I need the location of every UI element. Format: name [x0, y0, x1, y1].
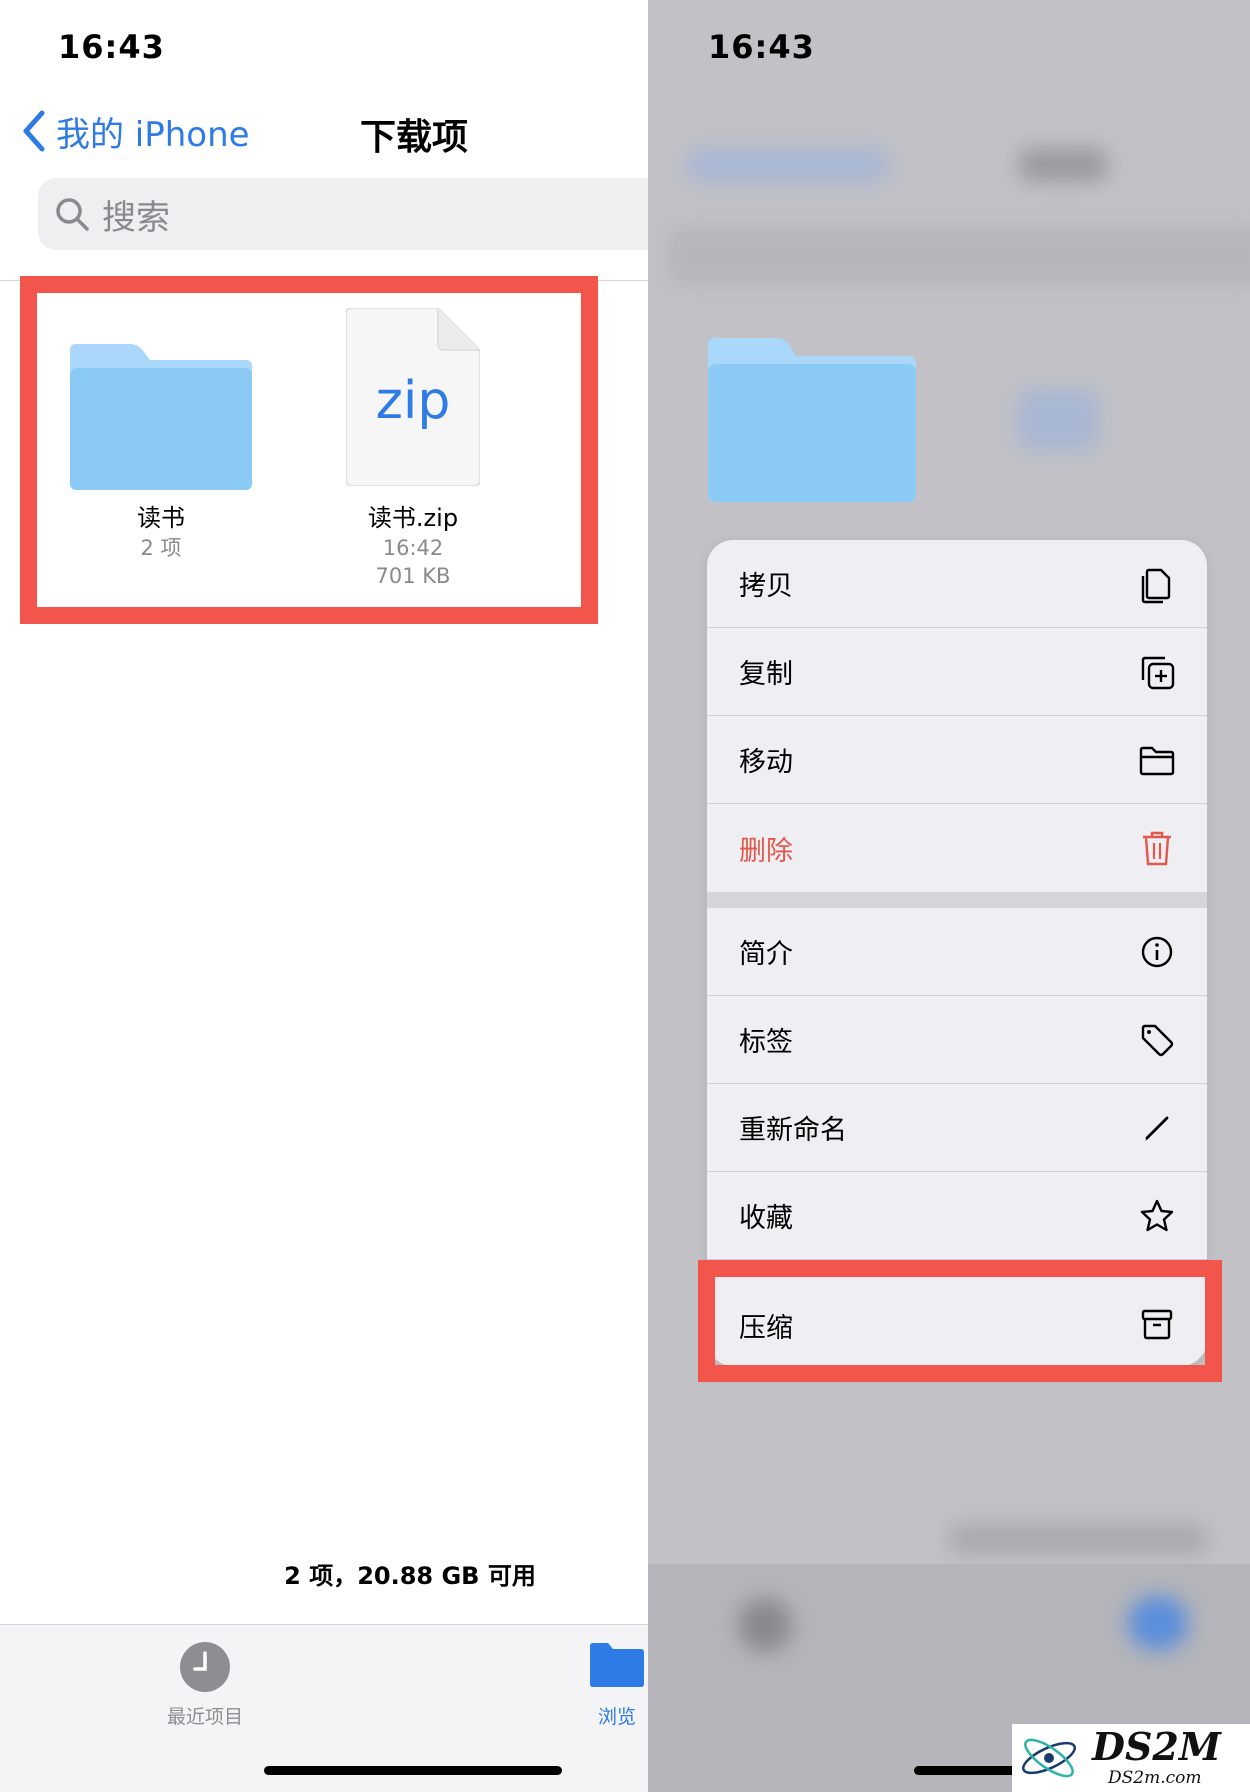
- menu-item-copy[interactable]: 拷贝: [707, 540, 1207, 628]
- tab-recents[interactable]: 最近项目: [148, 1641, 262, 1729]
- blurred-title: [1018, 148, 1108, 182]
- back-label: 我的 iPhone: [56, 114, 250, 155]
- back-button[interactable]: 我的 iPhone: [22, 106, 250, 156]
- menu-item-delete[interactable]: 删除: [707, 804, 1207, 892]
- watermark: DS2M DS2m.com: [1012, 1724, 1250, 1792]
- menu-label: 复制: [739, 659, 793, 690]
- home-indicator: [264, 1766, 562, 1775]
- blurred-tab-icon: [738, 1598, 792, 1652]
- pencil-icon: [1145, 1116, 1169, 1141]
- star-icon: [1140, 1199, 1174, 1232]
- status-time: 16:43: [58, 28, 165, 66]
- menu-label: 收藏: [739, 1203, 793, 1234]
- menu-label: 重新命名: [739, 1115, 847, 1146]
- watermark-logo: [1022, 1738, 1076, 1778]
- context-menu: 拷贝 复制 移动 删除 简介 标签 重新命名 收藏 压缩: [707, 540, 1207, 1366]
- blurred-nav: [688, 148, 888, 182]
- search-icon: [56, 198, 89, 231]
- folder-icon: [590, 1643, 644, 1687]
- blurred-zip: [1018, 390, 1098, 450]
- search-placeholder: 搜索: [102, 197, 170, 238]
- duplicate-icon: [1141, 656, 1175, 690]
- tab-label: 浏览: [597, 1706, 636, 1728]
- blurred-search: [668, 226, 1250, 286]
- menu-item-rename[interactable]: 重新命名: [707, 1084, 1207, 1172]
- page-title: 下载项: [360, 117, 469, 158]
- blurred-footer: [948, 1524, 1208, 1554]
- highlight-box-files: [20, 276, 598, 624]
- status-time: 16:43: [708, 28, 815, 66]
- files-browser-screen: 16:43 我的 iPhone 下载项 搜索 读书 2 项 zip 读书.zip…: [0, 0, 648, 1792]
- search-field[interactable]: 搜索: [38, 178, 648, 250]
- trash-icon: [1143, 831, 1171, 866]
- menu-label: 删除: [739, 835, 793, 867]
- tab-browse[interactable]: 浏览: [586, 1641, 648, 1729]
- menu-label: 拷贝: [739, 571, 793, 602]
- menu-label: 移动: [739, 747, 793, 778]
- folder-icon: [1139, 746, 1175, 776]
- menu-item-tags[interactable]: 标签: [707, 996, 1207, 1084]
- menu-label: 标签: [739, 1027, 793, 1058]
- watermark-domain: DS2m.com: [1108, 1768, 1202, 1788]
- chevron-left-icon: [23, 110, 45, 152]
- menu-item-duplicate[interactable]: 复制: [707, 628, 1207, 716]
- menu-separator: [707, 892, 1207, 908]
- menu-item-info[interactable]: 简介: [707, 908, 1207, 996]
- info-icon: [1141, 936, 1173, 968]
- clock-icon: [180, 1642, 230, 1692]
- menu-item-favorite[interactable]: 收藏: [707, 1172, 1207, 1260]
- blurred-tab-icon: [1128, 1596, 1188, 1650]
- highlight-box-compress: [698, 1260, 1222, 1382]
- copy-icon: [1141, 568, 1171, 604]
- tab-label: 最近项目: [166, 1706, 243, 1728]
- menu-item-move[interactable]: 移动: [707, 716, 1207, 804]
- tag-icon: [1141, 1024, 1174, 1057]
- menu-label: 简介: [739, 939, 793, 970]
- folder-icon: [708, 338, 916, 502]
- watermark-brand: DS2M: [1092, 1724, 1221, 1769]
